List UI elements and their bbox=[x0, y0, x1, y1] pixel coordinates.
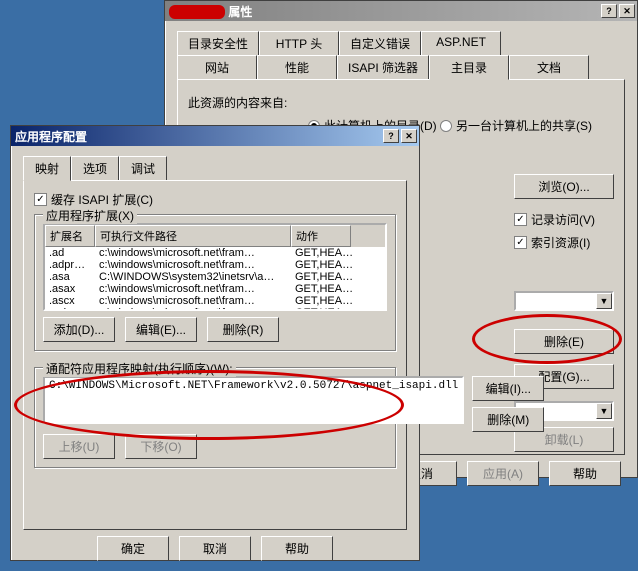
chevron-down-icon: ▼ bbox=[596, 403, 612, 419]
cache-isapi-checkbox[interactable]: ✓缓存 ISAPI 扩展(C) bbox=[34, 191, 153, 208]
table-row[interactable]: .ashxc:\windows\microsoft.net\fram…GET,H… bbox=[45, 307, 385, 311]
tab-custom-errors[interactable]: 自定义错误 bbox=[339, 31, 421, 55]
add-ext-button[interactable]: 添加(D)... bbox=[43, 317, 115, 342]
app-pool-combo[interactable]: ▼ bbox=[514, 291, 614, 311]
listview-header: 扩展名 可执行文件路径 动作 bbox=[45, 225, 385, 247]
app-config-tabs: 映射 选项 调试 bbox=[23, 156, 407, 181]
extensions-listview[interactable]: 扩展名 可执行文件路径 动作 .adc:\windows\microsoft.n… bbox=[43, 223, 387, 311]
col-act[interactable]: 动作 bbox=[291, 225, 351, 247]
tab-performance[interactable]: 性能 bbox=[257, 55, 337, 80]
table-row[interactable]: .ascxc:\windows\microsoft.net\fram…GET,H… bbox=[45, 295, 385, 307]
tab-debug[interactable]: 调试 bbox=[119, 156, 167, 181]
app-config-title: 应用程序配置 bbox=[15, 128, 381, 145]
content-source-label: 此资源的内容来自: bbox=[188, 94, 614, 111]
moveup-button: 上移(U) bbox=[43, 434, 115, 459]
tab-isapi-filters[interactable]: ISAPI 筛选器 bbox=[337, 55, 429, 80]
app-config-titlebar[interactable]: 应用程序配置 ? ✕ bbox=[11, 126, 419, 146]
properties-tabs-row1: 目录安全性 HTTP 头 自定义错误 ASP.NET bbox=[177, 31, 625, 55]
close-icon[interactable]: ✕ bbox=[619, 4, 635, 18]
radio-share-dir[interactable]: 另一台计算机上的共享(S) bbox=[440, 117, 592, 134]
log-visits-checkbox[interactable]: ✓记录访问(V) bbox=[514, 211, 595, 228]
tab-documents[interactable]: 文档 bbox=[509, 55, 589, 80]
wildcard-edit-button[interactable]: 编辑(I)... bbox=[472, 376, 544, 401]
remove-ext-button[interactable]: 删除(R) bbox=[207, 317, 279, 342]
app-config-window: 应用程序配置 ? ✕ 映射 选项 调试 ✓缓存 ISAPI 扩展(C) 应用程序… bbox=[10, 125, 420, 561]
close-icon[interactable]: ✕ bbox=[401, 129, 417, 143]
app-config-cancel-button[interactable]: 取消 bbox=[179, 536, 251, 561]
tab-http-headers[interactable]: HTTP 头 bbox=[259, 31, 339, 55]
app-extensions-group: 应用程序扩展(X) 扩展名 可执行文件路径 动作 .adc:\windows\m… bbox=[34, 214, 396, 351]
tab-mappings[interactable]: 映射 bbox=[23, 156, 71, 181]
table-row[interactable]: .asaxc:\windows\microsoft.net\fram…GET,H… bbox=[45, 283, 385, 295]
chevron-down-icon: ▼ bbox=[596, 293, 612, 309]
properties-titlebar[interactable]: xxx 属性 ? ✕ bbox=[165, 1, 637, 21]
table-row[interactable]: .adpr…c:\windows\microsoft.net\fram…GET,… bbox=[45, 259, 385, 271]
wildcard-listbox[interactable]: C:\WINDOWS\Microsoft.NET\Framework\v2.0.… bbox=[43, 376, 464, 424]
tab-website[interactable]: 网站 bbox=[177, 55, 257, 80]
wildcard-remove-button[interactable]: 删除(M) bbox=[472, 407, 544, 432]
properties-title: xxx 属性 bbox=[169, 3, 599, 20]
properties-tabs-row2: 网站 性能 ISAPI 筛选器 主目录 文档 bbox=[177, 55, 625, 80]
app-config-ok-button[interactable]: 确定 bbox=[97, 536, 169, 561]
help-icon[interactable]: ? bbox=[383, 129, 399, 143]
wildcard-maps-group: 通配符应用程序映射(执行顺序)(W): C:\WINDOWS\Microsoft… bbox=[34, 367, 396, 468]
col-ext[interactable]: 扩展名 bbox=[45, 225, 95, 247]
tab-aspnet[interactable]: ASP.NET bbox=[421, 31, 501, 55]
tab-dir-security[interactable]: 目录安全性 bbox=[177, 31, 259, 55]
index-resource-checkbox[interactable]: ✓索引资源(I) bbox=[514, 234, 590, 251]
browse-button[interactable]: 浏览(O)... bbox=[514, 174, 614, 199]
remove-app-button[interactable]: 删除(E) bbox=[514, 329, 614, 354]
properties-apply-button: 应用(A) bbox=[467, 461, 539, 486]
tab-home-directory[interactable]: 主目录 bbox=[429, 55, 509, 80]
help-icon[interactable]: ? bbox=[601, 4, 617, 18]
properties-help-button[interactable]: 帮助 bbox=[549, 461, 621, 486]
movedown-button: 下移(O) bbox=[125, 434, 197, 459]
edit-ext-button[interactable]: 编辑(E)... bbox=[125, 317, 197, 342]
app-config-help-button[interactable]: 帮助 bbox=[261, 536, 333, 561]
table-row[interactable]: .adc:\windows\microsoft.net\fram…GET,HEA… bbox=[45, 247, 385, 259]
col-path[interactable]: 可执行文件路径 bbox=[95, 225, 291, 247]
tab-options[interactable]: 选项 bbox=[71, 156, 119, 181]
table-row[interactable]: .asaC:\WINDOWS\system32\inetsrv\a…GET,HE… bbox=[45, 271, 385, 283]
